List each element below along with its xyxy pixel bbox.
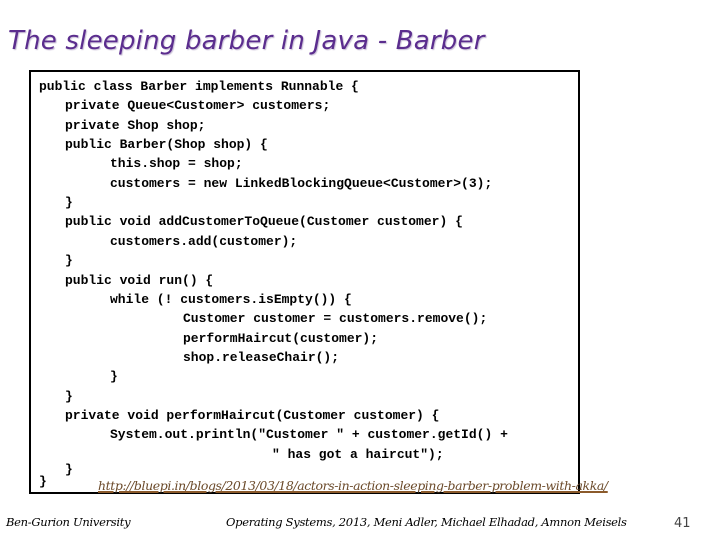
code-line: public void run() { xyxy=(65,272,214,288)
footer-course-info: Operating Systems, 2013, Meni Adler, Mic… xyxy=(226,515,627,529)
code-line: public class Barber implements Runnable … xyxy=(39,79,359,94)
code-line: } xyxy=(65,253,73,269)
code-line: " has got a haircut"); xyxy=(272,446,444,462)
footer-university: Ben-Gurion University xyxy=(6,515,131,529)
code-line: } xyxy=(39,474,47,490)
code-line: public void addCustomerToQueue(Customer … xyxy=(65,214,463,230)
code-line: } xyxy=(65,388,73,404)
code-line: } xyxy=(65,195,73,211)
code-line: private Shop shop; xyxy=(65,117,206,133)
code-line: shop.releaseChair(); xyxy=(183,349,340,365)
code-block: public class Barber implements Runnable … xyxy=(29,70,580,494)
code-line: public Barber(Shop shop) { xyxy=(65,137,268,153)
code-line: customers.add(customer); xyxy=(110,233,298,249)
code-line: while (! customers.isEmpty()) { xyxy=(110,291,352,307)
code-line: } xyxy=(65,462,73,477)
code-line: this.shop = shop; xyxy=(110,156,243,172)
page-number: 41 xyxy=(674,516,691,531)
code-line: private Queue<Customer> customers; xyxy=(65,98,331,114)
code-line: Customer customer = customers.remove(); xyxy=(183,311,488,327)
code-line: private void performHaircut(Customer cus… xyxy=(65,407,440,423)
code-line: customers = new LinkedBlockingQueue<Cust… xyxy=(110,175,493,191)
source-link[interactable]: http://bluepi.in/blogs/2013/03/18/actors… xyxy=(98,478,608,493)
code-line: performHaircut(customer); xyxy=(183,330,379,346)
code-line: } xyxy=(110,369,118,385)
code-line: System.out.println("Customer " + custome… xyxy=(110,427,508,443)
slide-title: The sleeping barber in Java - Barber xyxy=(8,26,485,56)
